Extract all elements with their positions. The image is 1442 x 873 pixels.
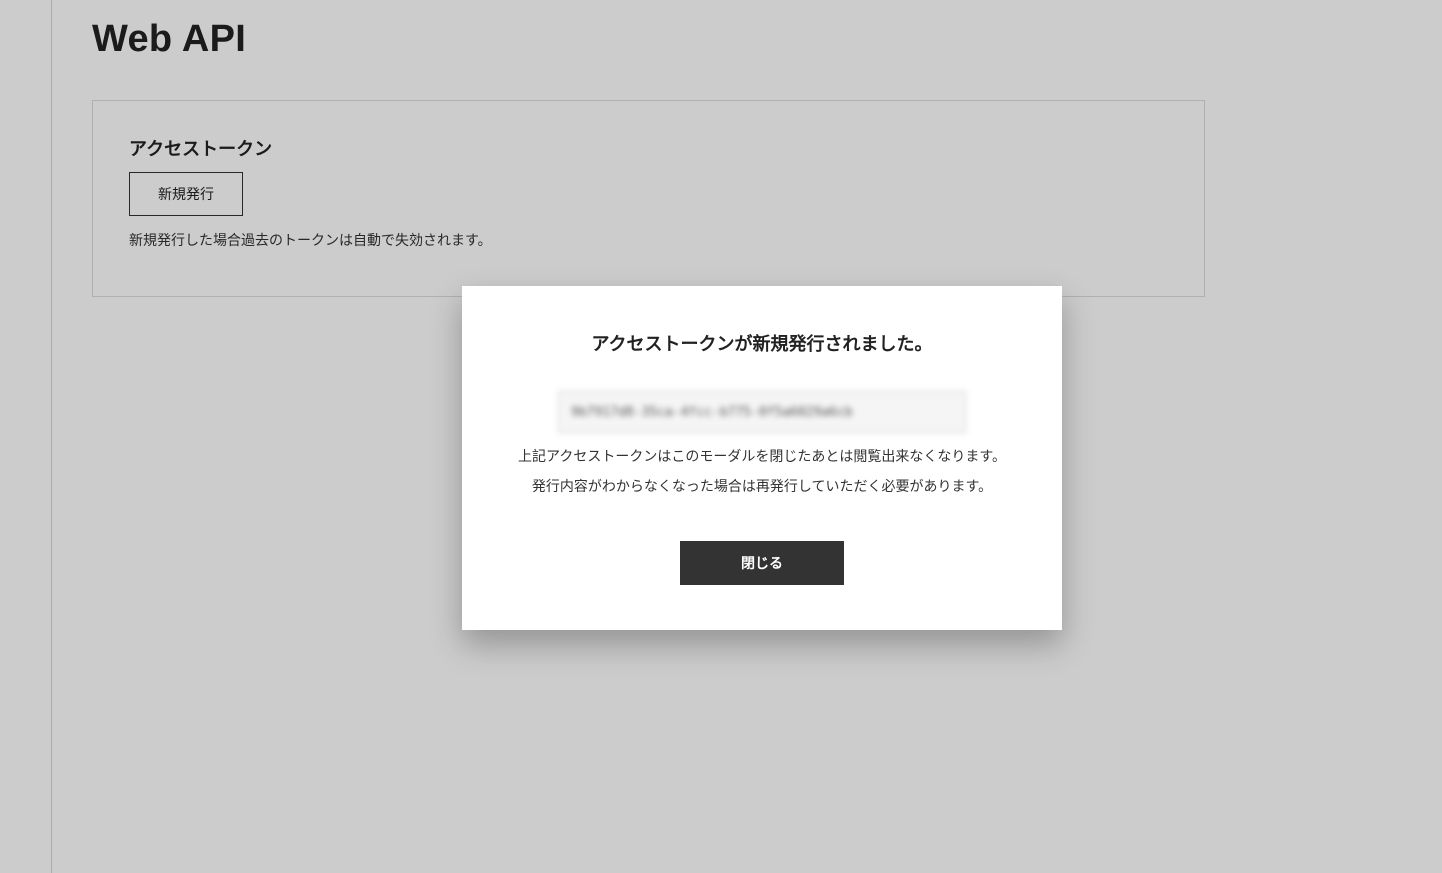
token-issued-modal: アクセストークンが新規発行されました。 上記アクセストークンはこのモーダルを閉じ… (462, 286, 1062, 630)
page: Web API アクセストークン 新規発行 新規発行した場合過去のトークンは自動… (0, 0, 1442, 873)
close-button[interactable]: 閉じる (680, 541, 844, 585)
modal-note-line2: 発行内容がわからなくなった場合は再発行していただく必要があります。 (531, 479, 993, 495)
modal-note-line1: 上記アクセストークンはこのモーダルを閉じたあとは閲覧出来なくなります。 (518, 449, 1006, 465)
modal-title: アクセストークンが新規発行されました。 (591, 334, 933, 355)
token-field[interactable] (558, 391, 966, 433)
